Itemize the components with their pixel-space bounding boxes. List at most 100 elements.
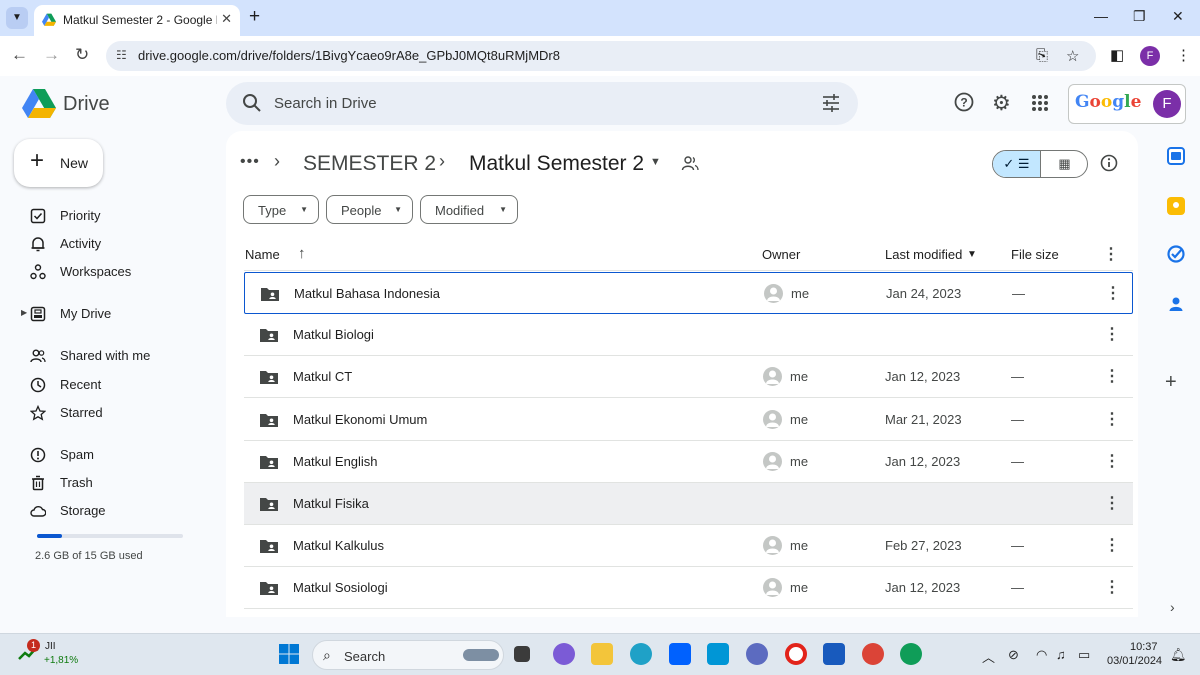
browser-tab[interactable]: Matkul Semester 2 - Google Drive ✕	[34, 5, 240, 36]
modified-filter-chip[interactable]: Modified ▼	[420, 195, 518, 224]
back-icon[interactable]: ←	[11, 45, 28, 65]
install-app-icon[interactable]: ⎘	[1036, 47, 1048, 64]
sidebar-item-spam[interactable]: Spam	[18, 442, 218, 468]
browser-profile-avatar[interactable]: F	[1140, 46, 1160, 66]
dropbox-icon[interactable]	[669, 643, 691, 665]
clock-date[interactable]: 03/01/2024	[1107, 655, 1162, 667]
table-row[interactable]: Matkul Bahasa Indonesia me Jan 24, 2023 — ⋮	[244, 272, 1133, 314]
breadcrumb-more-icon[interactable]: •••	[240, 153, 260, 171]
close-tab-icon[interactable]: ✕	[221, 11, 232, 27]
task-view-icon[interactable]	[514, 646, 530, 662]
taskbar-search-box[interactable]: ⌕ Search	[312, 640, 504, 670]
table-row[interactable]: Matkul CT me Jan 12, 2023 — ⋮	[244, 356, 1133, 399]
restore-icon[interactable]: ❐	[1133, 8, 1146, 25]
more-actions-icon[interactable]: ⋮	[1104, 535, 1120, 555]
column-header-owner[interactable]: Owner	[762, 247, 800, 262]
add-addon-icon[interactable]: +	[1165, 371, 1177, 394]
copilot-icon[interactable]	[746, 643, 768, 665]
file-name: Matkul Biologi	[293, 327, 374, 343]
tab-search-button[interactable]: ▼	[6, 7, 28, 29]
more-actions-icon[interactable]: ⋮	[1104, 451, 1120, 471]
settings-gear-icon[interactable]: ⚙	[992, 91, 1011, 116]
teams-chat-icon[interactable]	[553, 643, 575, 665]
table-row[interactable]: Matkul Kalkulus me Feb 27, 2023 — ⋮	[244, 525, 1133, 568]
forward-icon[interactable]: →	[43, 45, 60, 65]
column-header-file-size[interactable]: File size	[1011, 247, 1059, 262]
account-avatar[interactable]: F	[1153, 90, 1181, 118]
type-filter-chip[interactable]: Type ▼	[243, 195, 319, 224]
battery-icon[interactable]: ▭	[1078, 647, 1090, 663]
more-actions-icon[interactable]: ⋮	[1104, 324, 1120, 344]
breadcrumb-parent[interactable]: SEMESTER 2	[303, 152, 436, 176]
table-row[interactable]: Matkul Ekonomi Umum me Mar 21, 2023 — ⋮	[244, 399, 1133, 441]
keep-icon[interactable]	[1167, 197, 1185, 215]
wifi-icon[interactable]: ◠	[1036, 647, 1047, 663]
sidebar-item-activity[interactable]: Activity	[18, 231, 218, 257]
sidebar-item-recent[interactable]: Recent	[18, 372, 218, 398]
more-actions-icon[interactable]: ⋮	[1104, 409, 1120, 429]
sort-descending-caret-icon[interactable]: ▼	[967, 249, 977, 260]
sidebar-item-priority[interactable]: Priority	[18, 203, 218, 229]
shared-folder-icon[interactable]	[681, 155, 699, 171]
sidebar-item-starred[interactable]: Starred	[18, 400, 218, 426]
apps-grid-icon[interactable]	[1031, 94, 1049, 112]
opera-browser-icon[interactable]	[785, 643, 807, 665]
volume-icon[interactable]: ♫	[1056, 647, 1066, 662]
sidebar-item-workspaces[interactable]: Workspaces	[18, 259, 218, 285]
sidebar-item-storage[interactable]: Storage	[18, 498, 218, 524]
edge-browser-icon[interactable]	[630, 643, 652, 665]
list-view-button[interactable]: ✓ ☰	[993, 151, 1041, 177]
folder-menu-caret-icon[interactable]: ▼	[650, 156, 661, 168]
expand-side-panel-icon[interactable]: ›	[1170, 599, 1175, 615]
grid-view-button[interactable]: ▦	[1041, 151, 1087, 177]
sidebar-item-trash[interactable]: Trash	[18, 470, 218, 496]
column-options-icon[interactable]: ⋮	[1103, 244, 1119, 264]
search-input[interactable]: Search in Drive	[274, 95, 377, 112]
calendar-icon[interactable]	[1167, 147, 1185, 165]
site-info-icon[interactable]: ☷	[116, 48, 127, 62]
more-actions-icon[interactable]: ⋮	[1104, 366, 1120, 386]
sidebar-item-my-drive[interactable]: ▶ My Drive	[18, 301, 218, 327]
myhp-icon[interactable]	[707, 643, 729, 665]
show-hidden-icons[interactable]: ︿	[982, 647, 995, 666]
reload-icon[interactable]: ↻	[75, 45, 89, 65]
column-header-name[interactable]: Name	[245, 247, 280, 262]
breadcrumb-current[interactable]: Matkul Semester 2	[469, 152, 644, 176]
help-icon[interactable]: ?	[954, 92, 974, 112]
chrome-profile-icon[interactable]	[900, 643, 922, 665]
search-options-icon[interactable]	[822, 94, 840, 112]
account-switcher[interactable]: Google F	[1068, 84, 1186, 124]
people-filter-chip[interactable]: People ▼	[326, 195, 413, 224]
expand-caret-icon[interactable]: ▶	[21, 308, 27, 317]
table-row[interactable]: Matkul Fisika ⋮	[244, 483, 1133, 525]
table-row[interactable]: Matkul Biologi ⋮	[244, 314, 1133, 357]
contacts-icon[interactable]	[1167, 295, 1185, 313]
more-actions-icon[interactable]: ⋮	[1104, 493, 1120, 513]
more-actions-icon[interactable]: ⋮	[1105, 283, 1121, 303]
new-tab-icon[interactable]: +	[249, 6, 260, 28]
tasks-icon[interactable]	[1167, 245, 1185, 263]
browser-menu-icon[interactable]: ⋮	[1176, 46, 1191, 64]
side-panel-icon[interactable]: ◧	[1110, 46, 1124, 64]
sort-ascending-icon[interactable]: ↑	[298, 245, 306, 262]
notification-bell-icon[interactable]: 🔔︎	[1170, 647, 1187, 663]
chrome-icon[interactable]	[862, 643, 884, 665]
table-row[interactable]: Matkul English me Jan 12, 2023 — ⋮	[244, 441, 1133, 483]
new-button[interactable]: + New	[14, 139, 103, 187]
word-icon[interactable]	[823, 643, 845, 665]
stock-change: +1,81%	[44, 655, 79, 666]
sidebar-item-shared-with-me[interactable]: Shared with me	[18, 343, 218, 369]
bookmark-star-icon[interactable]: ☆	[1066, 47, 1079, 65]
search-bar[interactable]: Search in Drive	[226, 82, 858, 125]
windows-start-icon[interactable]	[278, 643, 300, 665]
file-explorer-icon[interactable]	[591, 643, 613, 665]
info-icon[interactable]	[1100, 154, 1118, 172]
table-row[interactable]: Matkul Sosiologi me Jan 12, 2023 — ⋮	[244, 567, 1133, 610]
close-window-icon[interactable]: ✕	[1172, 8, 1184, 25]
minimize-icon[interactable]: —	[1094, 8, 1108, 24]
column-header-last-modified[interactable]: Last modified	[885, 247, 962, 262]
clock-time[interactable]: 10:37	[1130, 641, 1158, 653]
more-actions-icon[interactable]: ⋮	[1104, 577, 1120, 597]
network-off-icon[interactable]: ⊘	[1008, 647, 1019, 663]
address-bar[interactable]: ☷ drive.google.com/drive/folders/1BivgYc…	[106, 41, 1096, 71]
